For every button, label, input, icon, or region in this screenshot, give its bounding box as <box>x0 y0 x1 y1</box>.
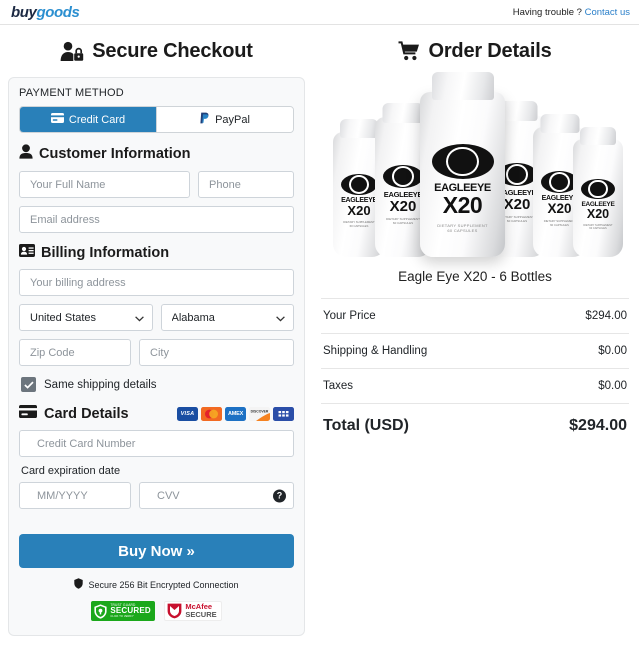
order-line-value: $0.00 <box>598 345 627 357</box>
zip-city-row <box>19 339 294 366</box>
cvv-input[interactable] <box>139 482 294 509</box>
paypal-icon <box>200 112 210 127</box>
tab-credit-card[interactable]: Credit Card <box>20 107 156 132</box>
top-bar: buygoods Having trouble ? Contact us <box>0 0 639 25</box>
card-number-input[interactable] <box>19 430 294 457</box>
city-input[interactable] <box>139 339 294 366</box>
user-icon <box>19 144 33 163</box>
trust-badge-bottom: CLICK TO VERIFY <box>110 614 134 618</box>
bottle-back-right-outer: EAGLEEYE X20 DIETARY SUPPLEMENT 60 CAPSU… <box>573 127 623 257</box>
bottle-front-center: EAGLEEYE X20 DIETARY SUPPLEMENT 60 CAPSU… <box>420 72 505 257</box>
name-phone-row <box>19 171 294 198</box>
email-row <box>19 206 294 233</box>
product-name: Eagle Eye X20 - 6 Bottles <box>398 269 552 284</box>
order-line-your-price: Your Price $294.00 <box>321 298 629 333</box>
shield-icon <box>74 578 84 591</box>
credit-card-icon <box>50 113 64 126</box>
expiration-cvv-row: ? <box>19 482 294 509</box>
order-line-value: $294.00 <box>585 310 627 322</box>
help-area: Having trouble ? Contact us <box>513 7 630 18</box>
checkout-column: Secure Checkout PAYMENT METHOD Credit Ca… <box>0 25 313 647</box>
contact-us-link[interactable]: Contact us <box>585 7 630 18</box>
bottle-sub-line2: 60 CAPSULES <box>447 228 478 233</box>
card-expiration-input[interactable] <box>19 482 131 509</box>
order-line-label: Taxes <box>323 380 354 392</box>
country-state-row: United States Alabama <box>19 304 294 331</box>
logo-buy-text: buy <box>11 3 37 21</box>
billing-address-row <box>19 269 294 296</box>
same-shipping-row[interactable]: Same shipping details <box>21 377 294 392</box>
shopping-cart-icon <box>398 41 420 61</box>
user-lock-icon <box>60 41 84 62</box>
product-image: EAGLEEYE X20 DIETARY SUPPLEMENT 60 CAPSU… <box>321 72 629 257</box>
order-total-value: $294.00 <box>569 417 627 434</box>
order-line-label: Shipping & Handling <box>323 345 428 357</box>
mcafee-badge-bottom: SECURE <box>185 610 217 619</box>
svg-text:DISCOVER: DISCOVER <box>251 409 269 413</box>
same-shipping-checkbox[interactable] <box>21 377 36 392</box>
help-text: Having trouble ? <box>512 6 582 18</box>
card-details-heading-row: Card Details VISA AMEX DISCOVER <box>19 405 294 422</box>
buygoods-logo[interactable]: buygoods <box>11 3 80 21</box>
billing-information-heading: Billing Information <box>41 244 170 261</box>
tab-credit-card-label: Credit Card <box>68 113 126 126</box>
state-select[interactable]: Alabama <box>160 304 294 331</box>
order-line-shipping: Shipping & Handling $0.00 <box>321 333 629 368</box>
secure-checkout-title: Secure Checkout <box>8 25 305 77</box>
logo-goods-text: goods <box>36 3 80 21</box>
secure-note-text: Secure 256 Bit Encrypted Connection <box>88 579 239 590</box>
billing-information-heading-row: Billing Information <box>19 244 294 261</box>
customer-information-heading-row: Customer Information <box>19 144 294 163</box>
accepted-card-brands: VISA AMEX DISCOVER <box>177 406 294 421</box>
order-details-column: Order Details EAGLEEYE X20 DIETARY SUPPL… <box>313 25 639 647</box>
order-line-label: Your Price <box>323 310 376 322</box>
cvv-wrap: ? <box>139 482 294 509</box>
card-details-heading: Card Details <box>44 405 129 422</box>
order-line-value: $0.00 <box>598 380 627 392</box>
secure-connection-note: Secure 256 Bit Encrypted Connection <box>19 578 294 591</box>
same-shipping-label: Same shipping details <box>44 378 157 391</box>
email-input[interactable] <box>19 206 294 233</box>
credit-card-icon <box>19 405 37 422</box>
order-total-row: Total (USD) $294.00 <box>321 403 629 445</box>
bottle-brand-line2: X20 <box>442 192 483 218</box>
payment-method-label: PAYMENT METHOD <box>19 87 124 99</box>
buy-now-button[interactable]: Buy Now » <box>19 534 294 568</box>
eagle-eye-logo <box>431 144 494 179</box>
card-number-row <box>19 430 294 457</box>
trust-badges: TRUST GUARD SECURED CLICK TO VERIFY McAf… <box>19 601 294 621</box>
page-body: Secure Checkout PAYMENT METHOD Credit Ca… <box>0 25 639 647</box>
bottle-group: EAGLEEYE X20 DIETARY SUPPLEMENT 60 CAPSU… <box>325 72 625 257</box>
zip-code-input[interactable] <box>19 339 131 366</box>
full-name-input[interactable] <box>19 171 190 198</box>
tab-paypal[interactable]: PayPal <box>156 107 293 132</box>
order-total-label: Total (USD) <box>323 417 409 434</box>
country-select-wrap: United States <box>19 304 153 331</box>
mcafee-secure-badge: McAfee SECURE <box>164 601 222 621</box>
generic-card-icon <box>273 406 294 421</box>
payment-method-tabs: Credit Card PayPal <box>19 106 294 133</box>
cvv-help-icon[interactable]: ? <box>273 489 286 502</box>
amex-icon: AMEX <box>225 406 246 421</box>
trust-guard-secured-badge: TRUST GUARD SECURED CLICK TO VERIFY <box>91 601 156 621</box>
order-line-taxes: Taxes $0.00 <box>321 368 629 403</box>
discover-icon: DISCOVER <box>249 406 270 421</box>
checkout-card: PAYMENT METHOD Credit Card PayPal Custom… <box>8 77 305 636</box>
customer-information-heading: Customer Information <box>39 145 191 162</box>
state-select-wrap: Alabama <box>160 304 294 331</box>
card-expiration-label: Card expiration date <box>21 465 121 477</box>
secure-checkout-heading: Secure Checkout <box>92 39 253 62</box>
order-details-heading: Order Details <box>428 39 552 62</box>
order-details-title: Order Details <box>321 25 629 77</box>
id-card-icon <box>19 244 35 261</box>
country-select[interactable]: United States <box>19 304 153 331</box>
trust-guard-shield-icon <box>94 603 107 619</box>
mastercard-icon <box>201 406 222 421</box>
tab-paypal-label: PayPal <box>215 113 250 126</box>
visa-icon: VISA <box>177 406 198 421</box>
billing-address-input[interactable] <box>19 269 294 296</box>
phone-input[interactable] <box>198 171 294 198</box>
mcafee-shield-icon <box>167 603 182 619</box>
